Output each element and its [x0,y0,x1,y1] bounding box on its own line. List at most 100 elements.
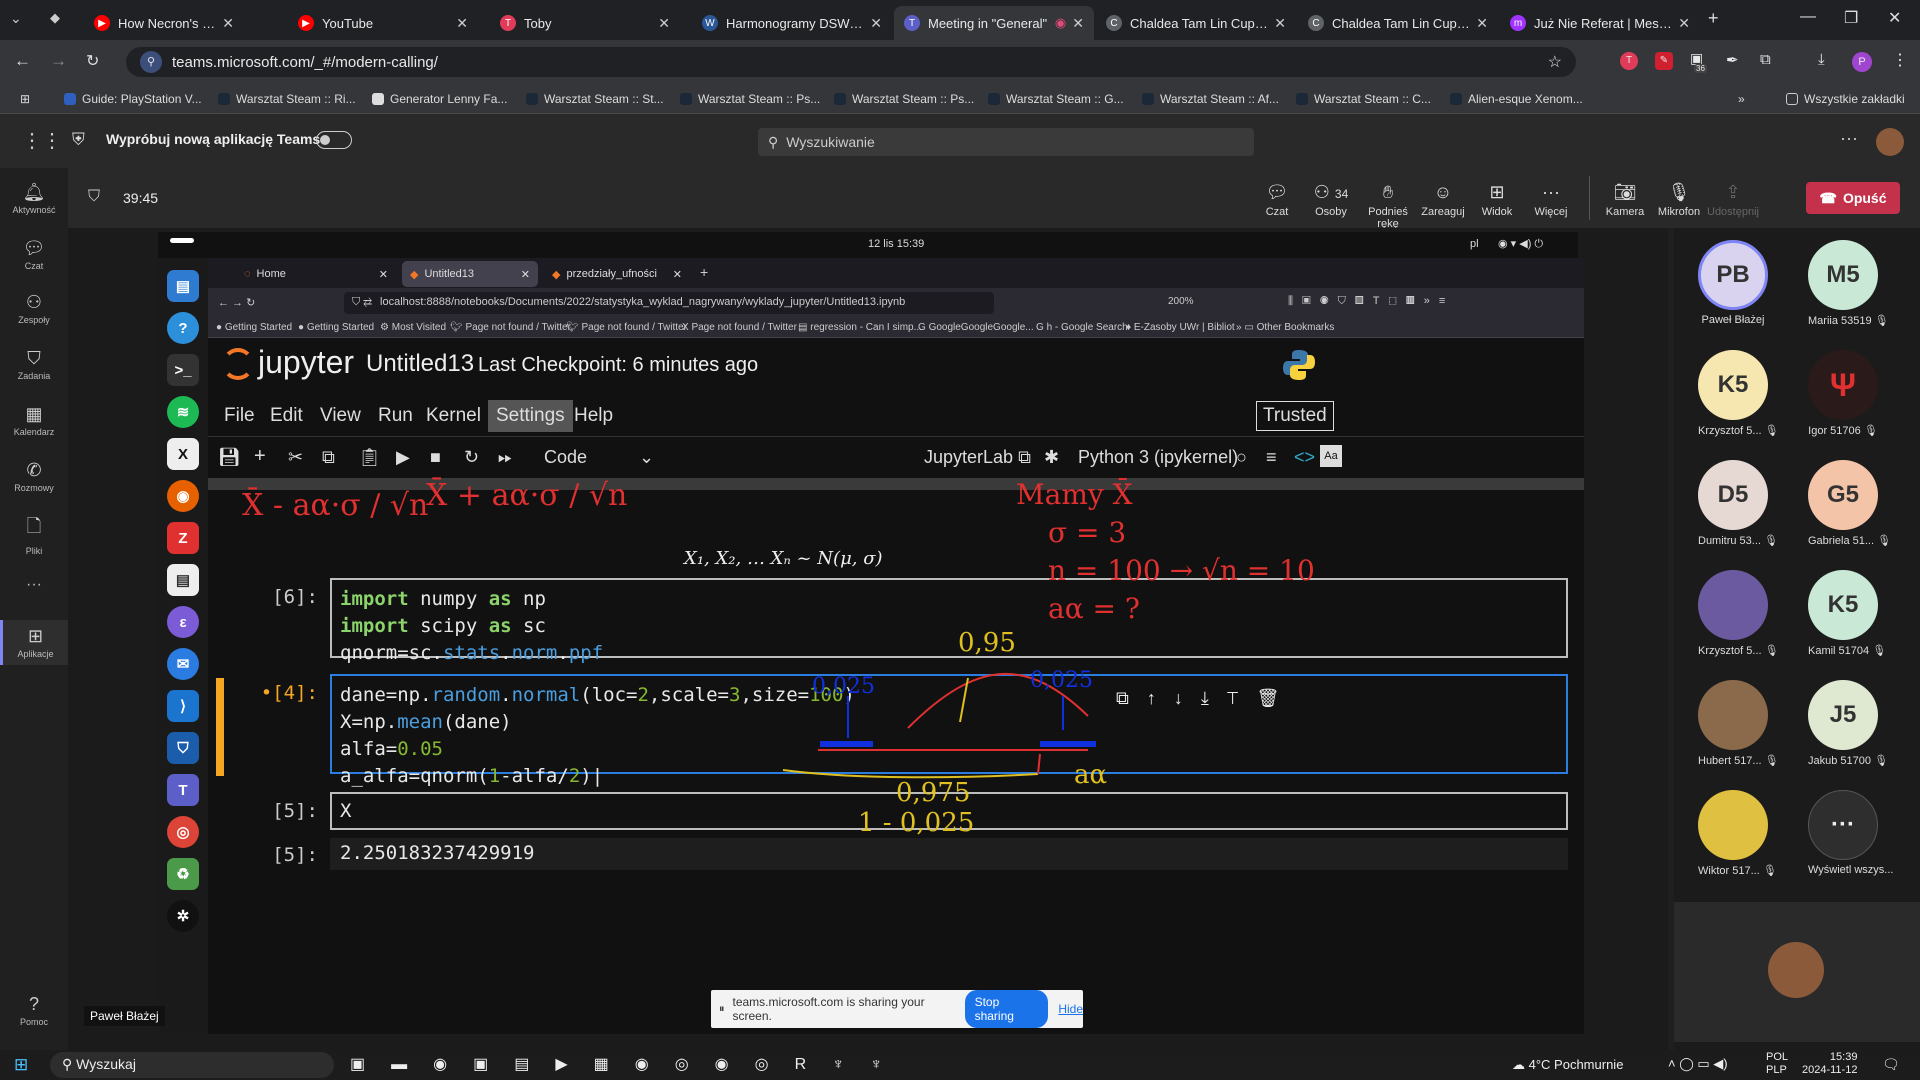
mic-button[interactable]: 🎙︎ Mikrofon [1652,182,1706,218]
stop-icon[interactable]: ■ [430,447,441,468]
participant-tile[interactable]: PB Paweł Błażej [1698,240,1768,326]
font-icon[interactable]: Aa [1320,445,1342,467]
participant-tile[interactable]: D5 Dumitru 53... 🎙︎ [1698,460,1778,547]
more-options-icon[interactable]: ··· [1840,128,1858,149]
chat-button[interactable]: 💬︎ Czat [1250,182,1304,218]
save-icon[interactable]: 💾︎ [218,447,241,468]
extensions-puzzle-icon[interactable]: ⧉ [1760,51,1771,68]
browser-tab[interactable]: C Chaldea Tam Lin Cup - B ✕ [1298,6,1498,40]
browser-tab[interactable]: m Już Nie Referat | Messen ✕ [1500,6,1700,40]
ff-bookmark[interactable]: ● Getting Started [298,322,374,333]
code-icon[interactable]: <> [1294,447,1315,468]
stop-sharing-button[interactable]: Stop sharing [964,990,1049,1028]
back-icon[interactable]: ← [14,51,31,71]
windows-start-icon[interactable]: ⊞ [14,1055,28,1075]
browser-tab[interactable]: T Toby ✕ [490,6,680,40]
zoom-level[interactable]: 200% [1168,296,1194,307]
rail-apps[interactable]: ⊞ Aplikacje [0,620,68,665]
kernel-name[interactable]: Python 3 (ipykernel) [1078,447,1238,468]
restore-icon[interactable]: ❐ [1844,8,1858,28]
bookmark-item[interactable]: Warsztat Steam :: C... [1296,92,1431,106]
ff-bookmark[interactable]: ♦ E-Zasoby UWr | Bibliot [1126,322,1235,333]
rail-teams[interactable]: ⚇ Zespoły [0,292,68,325]
participant-tile[interactable]: G5 Gabriela 51... 🎙︎ [1808,460,1891,547]
run-icon[interactable]: ▶ [396,447,410,468]
raise-hand-button[interactable]: ✋︎ Podnieś rękę [1358,182,1418,230]
menu-help[interactable]: Help [574,405,613,427]
bookmark-item[interactable]: Guide: PlayStation V... [64,92,202,106]
rail-more-icon[interactable]: ··· [0,576,68,594]
fast-forward-icon[interactable]: ⏩︎ [498,447,512,468]
profile-avatar[interactable]: P [1852,52,1872,72]
participant-tile[interactable]: J5 Jakub 51700 🎙︎ [1808,680,1888,767]
close-icon[interactable]: ✕ [1678,15,1690,32]
all-bookmarks[interactable]: Wszystkie zakładki [1786,92,1905,106]
user-avatar[interactable] [1876,128,1904,156]
url-bar[interactable]: ⚲ teams.microsoft.com/_#/modern-calling/… [126,47,1576,77]
notification-icon[interactable]: 🗨︎ [1882,1056,1900,1073]
people-button[interactable]: ⚇ 34 Osoby [1304,182,1358,218]
close-icon[interactable]: ✕ [456,15,468,32]
bookmark-item[interactable]: Warsztat Steam :: Ps... [834,92,974,106]
menu-edit[interactable]: Edit [270,405,303,427]
minimize-icon[interactable]: — [1800,8,1816,26]
ff-bookmark[interactable]: 🐦︎ Page not found / Twitter [450,322,571,333]
menu-dots-icon[interactable]: ⋮ [1892,50,1908,70]
restart-icon[interactable]: ↻ [464,447,479,468]
notebook-title[interactable]: Untitled13 [366,350,474,378]
trusted-badge[interactable]: Trusted [1256,401,1334,431]
close-window-icon[interactable]: ✕ [1888,8,1901,28]
taskbar-apps[interactable]: ▣▬◉▣▤▶▦◉◎◉◎R♆♆ [350,1054,908,1074]
ff-tab[interactable]: ◌ Home ✕ [236,261,396,287]
menu-kernel[interactable]: Kernel [426,405,481,427]
menu-settings[interactable]: Settings [488,400,573,432]
rail-calls[interactable]: ✆ Rozmowy [0,460,68,493]
leave-button[interactable]: ☎ Opuść [1806,182,1900,214]
bookmark-star-icon[interactable]: ☆ [1548,52,1562,72]
rail-activity[interactable]: 🔔︎ Aktywność [0,182,68,215]
ff-bookmark[interactable]: ⚙ Most Visited [380,322,446,333]
bookmark-item[interactable]: Warsztat Steam :: G... [988,92,1124,106]
bookmark-item[interactable]: Generator Lenny Fa... [372,92,507,106]
ff-tab-active[interactable]: ◆ Untitled13 ✕ [402,261,538,287]
close-icon[interactable]: ✕ [222,15,234,32]
tab-search-icon[interactable]: ⌄ [10,10,22,27]
ff-url-bar[interactable]: ⛉ ⇄ localhost:8888/notebooks/Documents/20… [344,292,994,314]
site-info-icon[interactable]: ⚲ [140,51,162,73]
eyedropper-icon[interactable]: ✒ [1726,51,1739,69]
weather[interactable]: ☁ 4°C Pochmurnie [1512,1057,1623,1073]
hide-link[interactable]: Hide [1058,1002,1083,1016]
list-icon[interactable]: ≡ [1266,447,1277,468]
search-input[interactable]: ⚲ Wyszukiwanie [758,128,1254,156]
copy-icon[interactable]: ⧉ [322,447,335,468]
rail-files[interactable]: 🗋︎ Pliki [0,514,68,556]
ff-bookmark[interactable]: 🐦︎ Page not found / Twitter [566,322,687,333]
input-language[interactable]: POL PLP [1766,1051,1788,1077]
more-button[interactable]: ··· Więcej [1524,182,1578,218]
nav-icons[interactable]: ← → ↻ [218,296,255,309]
menu-file[interactable]: File [224,405,255,427]
try-new-toggle[interactable] [316,131,352,149]
browser-tab[interactable]: ▶How Necron's Stilling Af✕ [84,6,244,40]
paste-icon[interactable]: 📋︎ [358,447,381,468]
taskbar-search[interactable]: ⚲ Wyszukaj [50,1052,334,1078]
new-tab-icon[interactable]: + [700,264,708,280]
ff-bookmark[interactable]: » ▭ Other Bookmarks [1236,322,1334,333]
apps-grid-icon[interactable]: ⊞ [20,92,30,106]
participant-tile[interactable]: Ψ Igor 51706 🎙︎ [1808,350,1878,437]
bookmark-item[interactable]: Warsztat Steam :: St... [526,92,664,106]
rail-chat[interactable]: 💬︎ Czat [0,238,68,271]
reload-icon[interactable]: ↻ [86,51,99,71]
tab-group-icon[interactable]: ◆ [50,10,60,26]
close-icon[interactable]: ✕ [1476,15,1488,32]
ff-bookmark[interactable]: G GoogleGoogleGoogle... [918,322,1034,333]
rail-assignments[interactable]: ⛉ Zadania [0,348,68,381]
rail-help[interactable]: ? Pomoc [0,994,68,1027]
bookmark-item[interactable]: Warsztat Steam :: Ri... [218,92,356,106]
cut-icon[interactable]: ✂ [288,447,303,468]
extension-icon[interactable]: T [1620,52,1638,70]
close-icon[interactable]: ✕ [658,15,670,32]
debug-icon[interactable]: ✱ [1044,447,1059,468]
camera-button[interactable]: 📷︎ Kamera [1598,182,1652,218]
app-launcher-icon[interactable]: ⋮⋮ [22,128,62,153]
